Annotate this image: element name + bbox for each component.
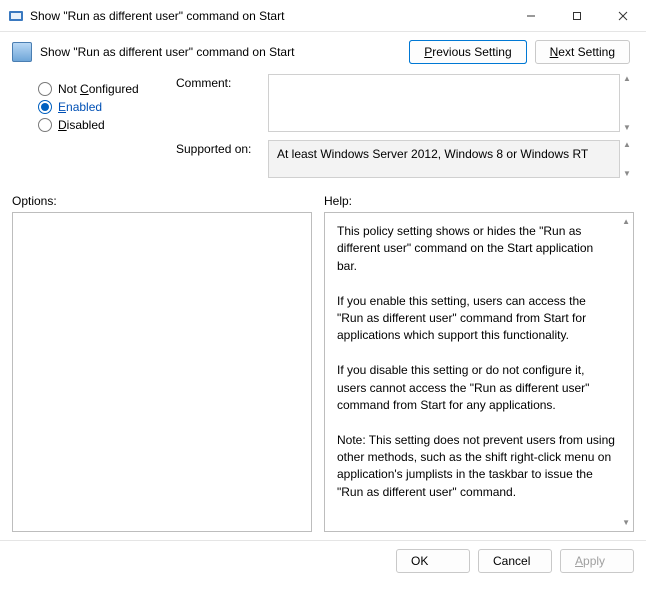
cancel-button[interactable]: Cancel [478, 549, 552, 573]
comment-textarea[interactable] [268, 74, 620, 132]
caret-up-icon[interactable]: ▲ [622, 217, 630, 226]
close-button[interactable] [600, 0, 646, 32]
window-title: Show "Run as different user" command on … [30, 9, 508, 23]
window-titlebar: Show "Run as different user" command on … [0, 0, 646, 32]
comment-label: Comment: [176, 74, 268, 90]
radio-disabled[interactable]: Disabled [38, 118, 168, 132]
previous-setting-button[interactable]: Previous Setting [409, 40, 526, 64]
comment-scroll[interactable]: ▲ ▼ [620, 74, 634, 132]
help-paragraph: This policy setting shows or hides the "… [337, 223, 615, 275]
radio-icon [38, 100, 52, 114]
radio-enabled[interactable]: Enabled [38, 100, 168, 114]
radio-icon [38, 82, 52, 96]
ok-button[interactable]: OK [396, 549, 470, 573]
app-icon [8, 8, 24, 24]
policy-icon [12, 42, 32, 62]
help-paragraph: If you enable this setting, users can ac… [337, 293, 615, 345]
mnemonic-n: N [550, 45, 559, 59]
radio-icon [38, 118, 52, 132]
caret-up-icon: ▲ [620, 140, 634, 149]
supported-scroll: ▲ ▼ [620, 140, 634, 178]
caret-up-icon: ▲ [620, 74, 634, 83]
caret-down-icon: ▼ [620, 169, 634, 178]
maximize-button[interactable] [554, 0, 600, 32]
caret-down-icon[interactable]: ▼ [622, 518, 630, 527]
options-pane [12, 212, 312, 532]
apply-button[interactable]: Apply [560, 549, 634, 573]
supported-on-value: At least Windows Server 2012, Windows 8 … [268, 140, 620, 178]
help-text: This policy setting shows or hides the "… [325, 213, 633, 511]
policy-title: Show "Run as different user" command on … [40, 45, 409, 59]
help-paragraph: Note: This setting does not prevent user… [337, 432, 615, 502]
minimize-button[interactable] [508, 0, 554, 32]
radio-not-configured[interactable]: Not Configured [38, 82, 168, 96]
help-pane: ▲ ▼ This policy setting shows or hides t… [324, 212, 634, 532]
help-label: Help: [324, 194, 352, 208]
help-paragraph: If you disable this setting or do not co… [337, 362, 615, 414]
options-label: Options: [12, 194, 312, 208]
next-setting-button[interactable]: Next Setting [535, 40, 630, 64]
dialog-footer: OK Cancel Apply [0, 540, 646, 586]
supported-on-label: Supported on: [176, 140, 268, 156]
caret-down-icon: ▼ [620, 123, 634, 132]
state-radio-group: Not Configured Enabled Disabled [8, 74, 168, 136]
policy-header: Show "Run as different user" command on … [0, 32, 646, 70]
